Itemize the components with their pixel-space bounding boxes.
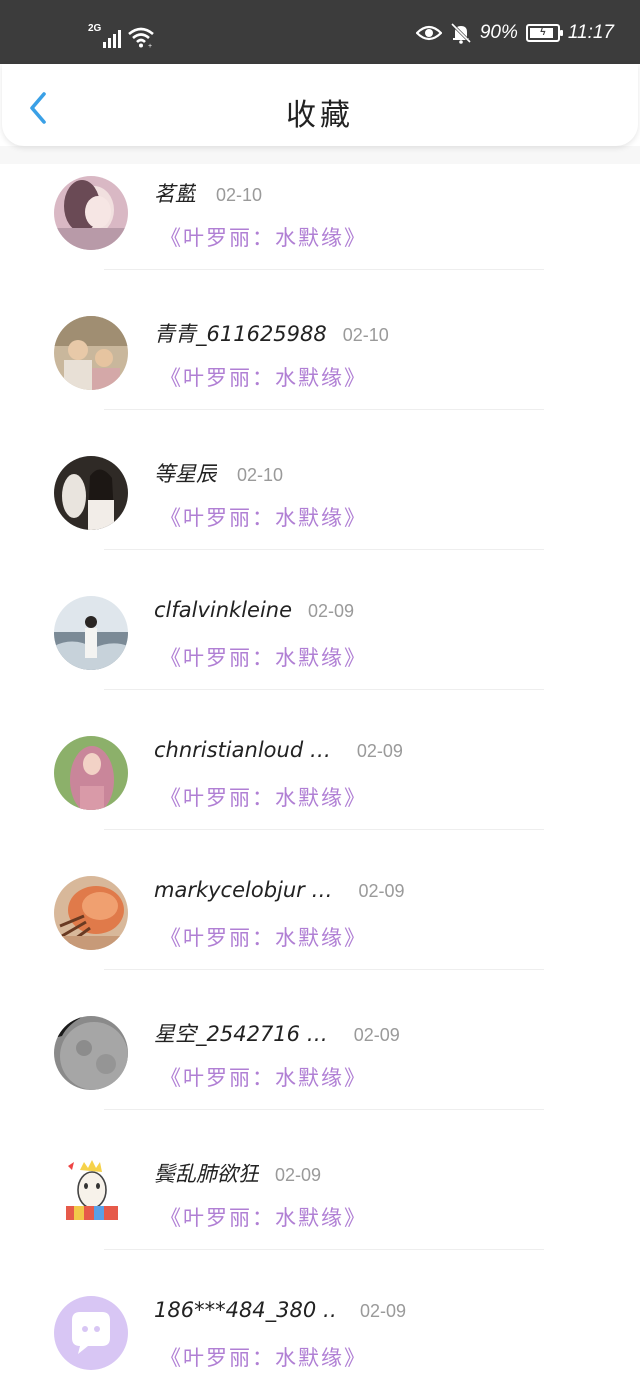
clock: 11:17 [567,22,614,43]
bell-muted-icon [450,22,471,44]
status-right: 90% ϟ 11:17 [415,22,614,44]
avatar-image [54,876,128,950]
list-item[interactable]: 186***484_380 … 02-09 《叶罗丽：水默缘》 [0,1284,640,1387]
app-header: 收藏 [2,64,638,146]
page-title: 收藏 [286,98,354,133]
row-divider [104,549,544,550]
favorite-date: 02-09 [353,1025,400,1045]
avatar[interactable] [54,1156,128,1230]
avatar[interactable] [54,456,128,530]
avatar-image [54,1016,128,1090]
default-avatar-chat-icon [54,1296,128,1370]
row-divider [104,409,544,410]
username[interactable]: chnristianloud … [154,738,331,762]
list-item[interactable]: 鬓乱肺欲狂 02-09 《叶罗丽：水默缘》 [0,1144,640,1284]
list-item[interactable]: 茗藍 02-10 《叶罗丽：水默缘》 [0,164,640,304]
favorite-date: 02-09 [360,1301,407,1321]
book-title-link[interactable]: 《叶罗丽：水默缘》 [160,362,367,392]
favorite-date: 02-10 [216,185,263,205]
avatar[interactable] [54,596,128,670]
signal-icon [103,28,122,48]
favorite-date: 02-09 [358,881,405,901]
avatar[interactable] [54,736,128,810]
username[interactable]: 星空_2542716 … [154,1018,328,1048]
username[interactable]: 鬓乱肺欲狂 [154,1158,259,1188]
row-divider [104,969,544,970]
list-item[interactable]: 等星辰 02-10 《叶罗丽：水默缘》 [0,444,640,584]
favorite-date: 02-09 [308,601,355,621]
wifi-icon: + [128,27,155,48]
avatar-image [54,596,128,670]
list-item[interactable]: markycelobjur … 02-09 《叶罗丽：水默缘》 [0,864,640,1004]
status-bar: 2G + 90% ϟ 11:17 [0,0,640,64]
battery-percent: 90% [479,22,518,43]
book-title-link[interactable]: 《叶罗丽：水默缘》 [160,782,367,812]
avatar-image [54,456,128,530]
header-separator [0,146,640,164]
row-divider [104,689,544,690]
avatar-image [54,736,128,810]
username[interactable]: markycelobjur … [154,878,332,902]
username[interactable]: 青青_611625988 [154,318,327,348]
row-divider [104,829,544,830]
favorite-date: 02-09 [275,1165,322,1185]
book-title-link[interactable]: 《叶罗丽：水默缘》 [160,1202,367,1232]
status-left: 2G + [88,24,155,48]
book-title-link[interactable]: 《叶罗丽：水默缘》 [160,922,367,952]
avatar-image [54,1156,128,1230]
avatar[interactable] [54,1016,128,1090]
username[interactable]: 茗藍 [154,178,196,208]
username[interactable]: 等星辰 [154,458,217,488]
avatar[interactable] [54,1296,128,1370]
book-title-link[interactable]: 《叶罗丽：水默缘》 [160,642,367,672]
avatar-image [54,176,128,250]
book-title-link[interactable]: 《叶罗丽：水默缘》 [160,222,367,252]
row-divider [104,1249,544,1250]
charging-bolt-icon: ϟ [540,27,546,38]
book-title-link[interactable]: 《叶罗丽：水默缘》 [160,1062,367,1092]
avatar[interactable] [54,316,128,390]
list-item[interactable]: 青青_611625988 02-10 《叶罗丽：水默缘》 [0,304,640,444]
list-item[interactable]: 星空_2542716 … 02-09 《叶罗丽：水默缘》 [0,1004,640,1144]
svg-text:+: + [148,43,152,48]
username[interactable]: clfalvinkleine [154,598,292,622]
row-divider [104,269,544,270]
avatar[interactable] [54,176,128,250]
avatar-image [54,316,128,390]
network-type: 2G [88,23,102,34]
list-item[interactable]: clfalvinkleine 02-09 《叶罗丽：水默缘》 [0,584,640,724]
favorite-date: 02-10 [237,465,284,485]
book-title-link[interactable]: 《叶罗丽：水默缘》 [160,502,367,532]
favorite-date: 02-09 [356,741,403,761]
avatar[interactable] [54,876,128,950]
row-divider [104,1109,544,1110]
battery-icon: ϟ [525,24,563,42]
favorite-date: 02-10 [342,325,389,345]
book-title-link[interactable]: 《叶罗丽：水默缘》 [160,1342,367,1372]
username[interactable]: 186***484_380 … [154,1298,334,1322]
eye-icon [415,25,442,41]
list-item[interactable]: chnristianloud … 02-09 《叶罗丽：水默缘》 [0,724,640,864]
